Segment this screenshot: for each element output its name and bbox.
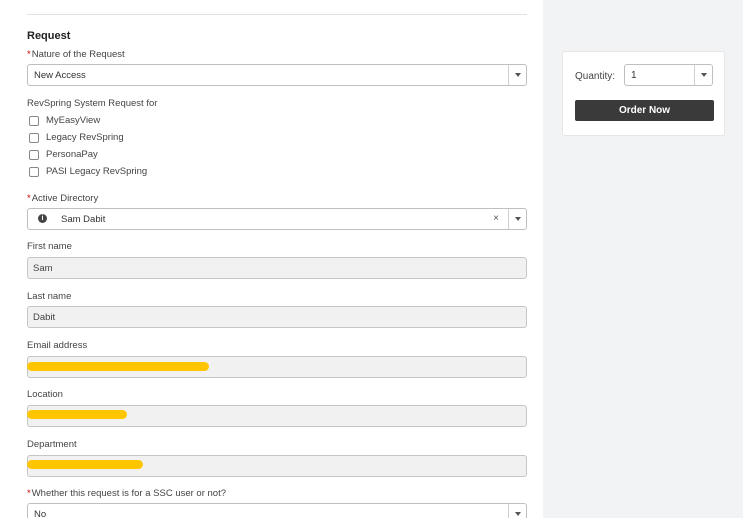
- ssc-label: *Whether this request is for a SSC user …: [27, 488, 227, 499]
- checkbox-label: PersonaPay: [46, 149, 98, 160]
- checkbox-legacy-revspring[interactable]: Legacy RevSpring: [29, 132, 124, 143]
- info-icon: i: [38, 214, 47, 223]
- checkbox-box[interactable]: [29, 149, 39, 160]
- checkbox-label: MyEasyView: [46, 115, 101, 126]
- nature-value: New Access: [34, 70, 86, 81]
- active-directory-select[interactable]: i Sam Dabit ×: [27, 208, 527, 230]
- checkbox-box[interactable]: [29, 132, 39, 143]
- checkbox-personapay[interactable]: PersonaPay: [29, 149, 98, 160]
- quantity-select[interactable]: 1: [624, 64, 713, 86]
- quantity-label: Quantity:: [575, 71, 616, 82]
- active-directory-value: Sam Dabit: [61, 214, 106, 225]
- checkbox-label: PASI Legacy RevSpring: [46, 166, 148, 177]
- order-card: Quantity: 1 Order Now: [562, 51, 725, 136]
- nature-label: *Nature of the Request: [27, 49, 125, 60]
- clear-icon[interactable]: ×: [493, 213, 499, 224]
- order-now-button[interactable]: Order Now: [575, 100, 714, 121]
- top-divider: [27, 14, 527, 15]
- checkbox-myeasyview[interactable]: MyEasyView: [29, 115, 100, 126]
- checkbox-box[interactable]: [29, 115, 39, 126]
- department-redaction: [27, 460, 143, 469]
- nature-select[interactable]: New Access: [27, 64, 527, 86]
- checkbox-label: Legacy RevSpring: [46, 132, 124, 143]
- chevron-down-icon[interactable]: [508, 65, 526, 85]
- required-mark: *: [27, 49, 31, 60]
- quantity-value: 1: [631, 70, 637, 81]
- email-label: Email address: [27, 340, 88, 351]
- department-label: Department: [27, 439, 77, 450]
- checkbox-pasi-legacy-revspring[interactable]: PASI Legacy RevSpring: [29, 166, 147, 177]
- first-name-field: Sam: [27, 257, 527, 279]
- ssc-select[interactable]: No: [27, 503, 527, 518]
- section-title: Request: [27, 30, 71, 42]
- required-mark: *: [27, 488, 31, 499]
- ssc-value: No: [34, 509, 47, 518]
- chevron-down-icon[interactable]: [694, 65, 712, 85]
- last-name-value: Dabit: [33, 312, 56, 323]
- checkbox-box[interactable]: [29, 166, 39, 177]
- first-name-label: First name: [27, 241, 72, 252]
- last-name-label: Last name: [27, 291, 72, 302]
- last-name-field: Dabit: [27, 306, 527, 328]
- required-mark: *: [27, 193, 31, 204]
- chevron-down-icon[interactable]: [508, 209, 526, 229]
- request-form-panel: Request *Nature of the Request New Acces…: [0, 0, 543, 518]
- location-redaction: [27, 410, 127, 419]
- email-redaction: [27, 362, 209, 371]
- first-name-value: Sam: [33, 263, 53, 274]
- chevron-down-icon[interactable]: [508, 504, 526, 518]
- location-label: Location: [27, 389, 63, 400]
- active-directory-label: *Active Directory: [27, 193, 99, 204]
- revspring-label: RevSpring System Request for: [27, 98, 158, 109]
